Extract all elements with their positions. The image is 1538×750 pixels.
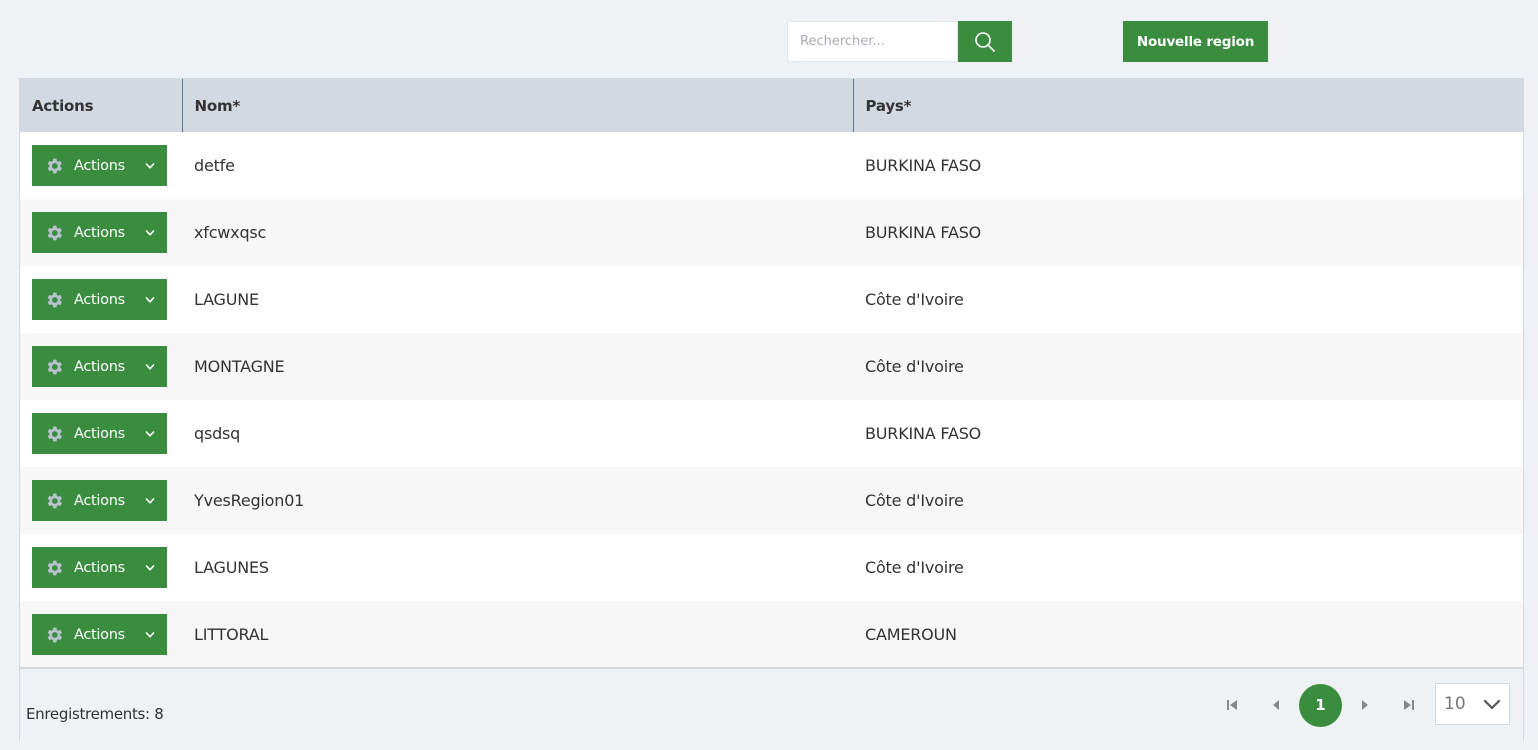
actions-cell: Actions	[20, 534, 182, 601]
gear-icon	[44, 290, 64, 310]
row-actions-button[interactable]: Actions	[32, 413, 167, 454]
nom-cell: LITTORAL	[194, 625, 269, 644]
header-nom[interactable]: Nom*	[182, 79, 854, 132]
record-count: Enregistrements: 8	[26, 705, 164, 723]
table-row: Actions LITTORAL CAMEROUN	[20, 601, 1523, 668]
header-pays[interactable]: Pays*	[853, 79, 1523, 132]
gear-icon	[44, 625, 64, 645]
nom-cell: YvesRegion01	[194, 491, 305, 510]
pays-cell: CAMEROUN	[865, 625, 957, 644]
row-actions-button[interactable]: Actions	[32, 480, 167, 521]
chevron-down-icon	[145, 295, 155, 305]
table-row: Actions LAGUNES Côte d'Ivoire	[20, 534, 1523, 601]
pays-cell: Côte d'Ivoire	[865, 558, 964, 577]
search-bar	[787, 21, 1012, 62]
toolbar: Nouvelle region	[0, 0, 1538, 78]
first-page-icon	[1226, 699, 1238, 711]
row-actions-label: Actions	[74, 224, 125, 241]
row-actions-label: Actions	[74, 559, 125, 576]
last-page-button[interactable]	[1387, 683, 1431, 727]
row-actions-label: Actions	[74, 291, 125, 308]
nom-cell: qsdsq	[194, 424, 241, 443]
rows-per-page-value: 10	[1444, 694, 1466, 714]
pays-cell: BURKINA FASO	[865, 156, 982, 175]
table-header-row: Actions Nom* Pays*	[20, 79, 1523, 132]
actions-cell: Actions	[20, 467, 182, 534]
row-actions-label: Actions	[74, 358, 125, 375]
table-row: Actions qsdsq BURKINA FASO	[20, 400, 1523, 467]
page-button-current[interactable]: 1	[1299, 683, 1342, 727]
actions-cell: Actions	[20, 601, 182, 668]
row-actions-button[interactable]: Actions	[32, 212, 167, 253]
chevron-down-icon	[145, 429, 155, 439]
row-actions-button[interactable]: Actions	[32, 279, 167, 320]
prev-page-button[interactable]	[1254, 683, 1298, 727]
actions-cell: Actions	[20, 333, 182, 400]
gear-icon	[44, 156, 64, 176]
row-actions-label: Actions	[74, 157, 125, 174]
row-actions-button[interactable]: Actions	[32, 145, 167, 186]
nom-cell: MONTAGNE	[194, 357, 285, 376]
table-footer: Enregistrements: 8 1 10	[20, 667, 1523, 741]
chevron-down-icon	[1483, 698, 1501, 710]
search-button[interactable]	[958, 21, 1012, 62]
search-icon	[974, 31, 996, 53]
search-input[interactable]	[787, 21, 958, 62]
row-actions-button[interactable]: Actions	[32, 614, 167, 655]
nom-cell: LAGUNE	[194, 290, 259, 309]
next-page-button[interactable]	[1343, 683, 1387, 727]
row-actions-label: Actions	[74, 626, 125, 643]
nom-cell: detfe	[194, 156, 235, 175]
gear-icon	[44, 357, 64, 377]
row-actions-label: Actions	[74, 425, 125, 442]
pays-cell: BURKINA FASO	[865, 424, 982, 443]
pays-cell: Côte d'Ivoire	[865, 290, 964, 309]
table-row: Actions LAGUNE Côte d'Ivoire	[20, 266, 1523, 333]
chevron-down-icon	[145, 161, 155, 171]
actions-cell: Actions	[20, 199, 182, 266]
chevron-down-icon	[145, 630, 155, 640]
header-actions: Actions	[20, 79, 183, 132]
paginator: 1	[1210, 683, 1431, 727]
row-actions-label: Actions	[74, 492, 125, 509]
pays-cell: Côte d'Ivoire	[865, 491, 964, 510]
new-region-button[interactable]: Nouvelle region	[1123, 21, 1268, 62]
gear-icon	[44, 424, 64, 444]
nom-cell: LAGUNES	[194, 558, 269, 577]
actions-cell: Actions	[20, 400, 182, 467]
chevron-down-icon	[145, 496, 155, 506]
chevron-down-icon	[145, 228, 155, 238]
gear-icon	[44, 223, 64, 243]
regions-table: Actions Nom* Pays* Actions detfe BURKINA F…	[19, 78, 1524, 741]
nom-cell: xfcwxqsc	[194, 223, 267, 242]
pays-cell: BURKINA FASO	[865, 223, 982, 242]
actions-cell: Actions	[20, 132, 182, 199]
next-page-icon	[1360, 699, 1370, 711]
table-row: Actions detfe BURKINA FASO	[20, 132, 1523, 199]
table-row: Actions xfcwxqsc BURKINA FASO	[20, 199, 1523, 266]
table-row: Actions YvesRegion01 Côte d'Ivoire	[20, 467, 1523, 534]
chevron-down-icon	[145, 563, 155, 573]
rows-per-page-select[interactable]: 10	[1435, 683, 1510, 725]
gear-icon	[44, 491, 64, 511]
row-actions-button[interactable]: Actions	[32, 346, 167, 387]
gear-icon	[44, 558, 64, 578]
first-page-button[interactable]	[1210, 683, 1254, 727]
chevron-down-icon	[145, 362, 155, 372]
actions-cell: Actions	[20, 266, 182, 333]
prev-page-icon	[1271, 699, 1281, 711]
last-page-icon	[1403, 699, 1415, 711]
table-row: Actions MONTAGNE Côte d'Ivoire	[20, 333, 1523, 400]
row-actions-button[interactable]: Actions	[32, 547, 167, 588]
table-body: Actions detfe BURKINA FASO Actions xfcwxqsc B…	[20, 132, 1523, 668]
pays-cell: Côte d'Ivoire	[865, 357, 964, 376]
